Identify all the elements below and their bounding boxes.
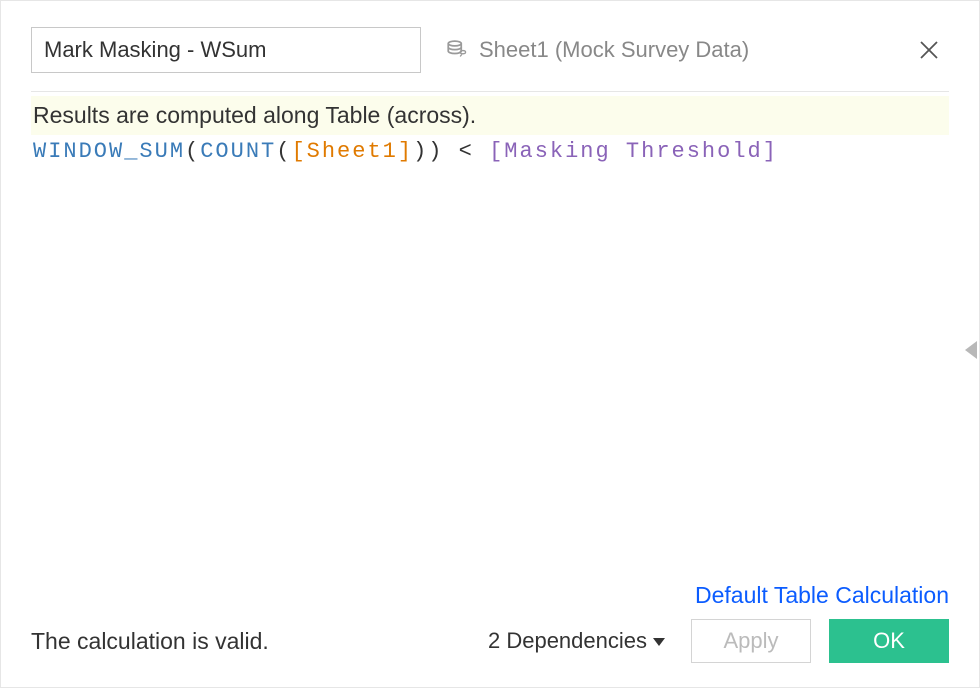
datasource-indicator[interactable]: Sheet1 (Mock Survey Data)	[445, 37, 749, 63]
table-calc-info-banner: Results are computed along Table (across…	[31, 96, 949, 135]
formula-token-paren: (	[185, 139, 200, 164]
formula-token-paren: )	[413, 139, 428, 164]
formula-token-paren: (	[276, 139, 291, 164]
expand-functions-arrow-icon[interactable]	[963, 339, 979, 361]
apply-button[interactable]: Apply	[691, 619, 811, 663]
formula-token-func: COUNT	[200, 139, 276, 164]
formula-editor[interactable]: Results are computed along Table (across…	[31, 96, 949, 582]
formula-token-parameter: [Masking Threshold]	[489, 139, 778, 164]
default-table-calculation-link[interactable]: Default Table Calculation	[695, 582, 949, 608]
dependencies-dropdown[interactable]: 2 Dependencies	[488, 628, 665, 654]
caret-down-icon	[653, 638, 665, 646]
validation-status: The calculation is valid.	[31, 628, 269, 655]
ok-button[interactable]: OK	[829, 619, 949, 663]
formula-token-func: WINDOW_SUM	[33, 139, 185, 164]
formula-text[interactable]: WINDOW_SUM(COUNT([Sheet1])) < [Masking T…	[31, 135, 949, 164]
datasource-icon	[445, 37, 471, 63]
formula-token-field: [Sheet1]	[291, 139, 413, 164]
footer-actions-row: The calculation is valid. 2 Dependencies…	[31, 619, 949, 663]
table-calc-link-row: Default Table Calculation	[31, 582, 949, 609]
calculated-field-dialog: Sheet1 (Mock Survey Data) Results are co…	[0, 0, 980, 688]
formula-token-paren: )	[428, 139, 443, 164]
formula-token-operator: <	[443, 139, 489, 164]
close-button[interactable]	[915, 36, 943, 64]
dialog-footer: Default Table Calculation The calculatio…	[1, 582, 979, 687]
calculation-name-input[interactable]	[31, 27, 421, 73]
dependencies-label: 2 Dependencies	[488, 628, 647, 654]
datasource-label: Sheet1 (Mock Survey Data)	[479, 37, 749, 63]
dialog-header: Sheet1 (Mock Survey Data)	[1, 1, 979, 91]
header-divider	[31, 91, 949, 92]
